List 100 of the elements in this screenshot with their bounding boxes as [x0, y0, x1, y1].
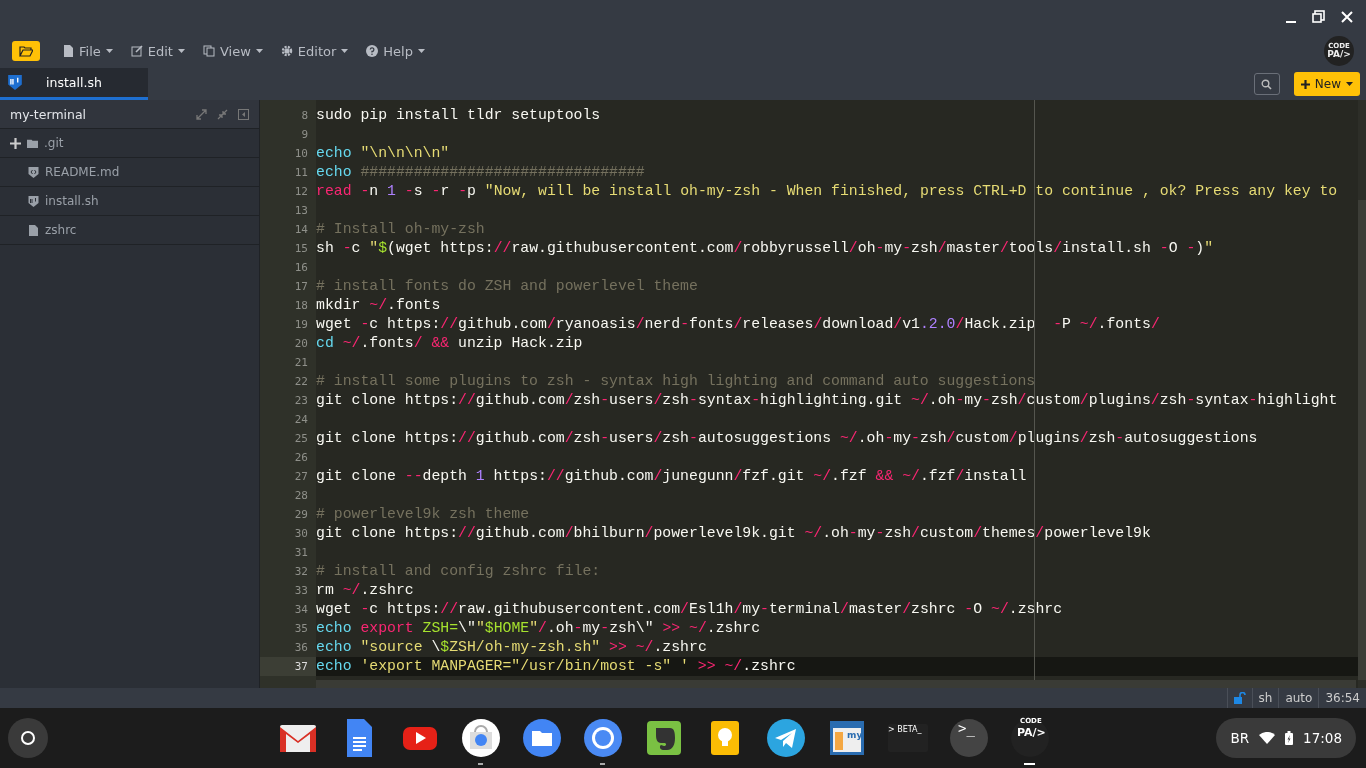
app-label: my: [847, 730, 863, 740]
running-indicator: [600, 763, 605, 765]
copy-icon: [202, 45, 215, 57]
code-line: mkdir ~/.fonts: [316, 296, 442, 315]
new-button[interactable]: New: [1293, 72, 1360, 96]
code-line: echo "\n\n\n\n": [316, 144, 451, 163]
line-number: 8: [300, 108, 309, 124]
close-icon[interactable]: [1340, 10, 1354, 24]
code-line: # install fonts do ZSH and powerlevel theme: [316, 277, 699, 296]
window-icon: [827, 718, 867, 758]
line-number: 20: [293, 336, 309, 352]
line-number: 17: [293, 279, 309, 295]
line-number: 9: [300, 127, 309, 143]
shell-file-icon: [28, 195, 39, 207]
line-number: 13: [293, 203, 309, 219]
code-line: git clone --depth 1 https://github.com/junegunn/fzf.git ~/.fzf && ~/.fzf/install: [316, 467, 1028, 486]
clock: 17:08: [1303, 730, 1342, 746]
caret-icon: [255, 49, 263, 53]
code-line: git clone https://github.com/bhilburn/powerlevel9k.git ~/.oh-my-zsh/custom/themes/powerlevel9k: [316, 524, 1152, 543]
menu-button[interactable]: Edit: [124, 39, 191, 63]
code-line: wget -c https://raw.githubusercontent.com/Esl1h/my-terminal/master/zshrc -O ~/.zshrc: [316, 600, 1064, 619]
document-icon: [62, 45, 74, 57]
open-folder-button[interactable]: [12, 41, 40, 61]
code-line: # install some plugins to zsh - syntax high lighting and command auto suggestions: [316, 372, 1037, 391]
shelf-app[interactable]: my: [825, 708, 869, 768]
status-tray[interactable]: BR 17:08: [1216, 718, 1356, 758]
folder-icon: [19, 45, 33, 57]
shell-file-icon: [8, 75, 22, 90]
code-line: git clone https://github.com/zsh-users/zsh-autosuggestions ~/.oh-my-zsh/custom/plugins/zsh-autosuggestions: [316, 429, 1259, 448]
code-line: echo ################################: [316, 163, 646, 182]
menu-button[interactable]: Help: [360, 39, 431, 63]
scrollbar[interactable]: [1358, 100, 1366, 688]
line-number: 10: [293, 146, 309, 162]
line-number: 31: [293, 545, 309, 561]
caret-icon: [177, 49, 185, 53]
terminal-icon: [949, 718, 989, 758]
line-number: 27: [293, 469, 309, 485]
settings-icon: [280, 45, 293, 57]
code-line: git clone https://github.com/zsh-users/zsh-syntax-highlighting.git ~/.oh-my-zsh/custom/plugins/zsh-syntax-highlight: [316, 391, 1339, 410]
lock-icon[interactable]: [1233, 692, 1246, 704]
line-number: 33: [293, 583, 309, 599]
code-line: read -n 1 -s -r -p "Now, will be install oh-my-zsh - When finished, press CTRL+D to continue , ok? Press any key to: [316, 182, 1339, 201]
shopping-bag-icon: [461, 718, 501, 758]
line-number: 36: [293, 640, 309, 656]
search-button[interactable]: [1253, 73, 1280, 95]
menu-button[interactable]: File: [56, 39, 119, 63]
menu-button[interactable]: View: [196, 39, 269, 63]
line-number: 25: [293, 431, 309, 447]
caret-icon: [105, 49, 113, 53]
expand-icon[interactable]: [196, 108, 207, 120]
menu-button[interactable]: Editor: [274, 39, 355, 63]
folder-icon: [27, 137, 38, 149]
line-number: 34: [293, 602, 309, 618]
line-number: 19: [293, 317, 309, 333]
plus-icon: [1300, 79, 1310, 89]
line-number: 30: [293, 526, 309, 542]
code-line: echo export ZSH=\""$HOME"/.oh-my-zsh\" >> ~/.zshrc: [316, 619, 762, 638]
code-line: # powerlevel9k zsh theme: [316, 505, 531, 524]
running-indicator: [478, 763, 483, 765]
keyboard-layout: BR: [1230, 730, 1250, 746]
circle-icon: [20, 730, 36, 746]
line-number: 16: [293, 260, 309, 276]
code-line: cd ~/.fonts/ && unzip Hack.zip: [316, 334, 584, 353]
elephant-icon: [644, 718, 684, 758]
folder-icon: [522, 718, 562, 758]
line-number: 14: [293, 222, 309, 238]
paper-plane-icon: [766, 718, 806, 758]
line-number: 28: [293, 488, 309, 504]
code-line: sh -c "$(wget https://raw.githubusercontent.com/robbyrussell/oh-my-zsh/master/tools/install.sh -O -)": [316, 239, 1215, 258]
file-icon: [28, 224, 39, 236]
plus-icon[interactable]: [10, 137, 21, 149]
launcher-button[interactable]: [8, 718, 48, 758]
sidebar-toggle-icon[interactable]: [238, 108, 249, 120]
code-line: rm ~/.zshrc: [316, 581, 415, 600]
collapse-icon[interactable]: [217, 108, 228, 120]
scrollbar[interactable]: [316, 680, 1356, 688]
code-line: # Install oh-my-zsh: [316, 220, 486, 239]
indent-mode[interactable]: auto: [1278, 688, 1319, 708]
line-number: 21: [293, 355, 309, 371]
line-number: 32: [293, 564, 309, 580]
code-line: echo "source \$ZSH/oh-my-zsh.sh" >> ~/.zshrc: [316, 638, 708, 657]
battery-icon: [1285, 731, 1294, 745]
shelf-app[interactable]: > BETA_: [886, 708, 930, 768]
caret-icon: [1346, 82, 1353, 86]
line-number: 23: [293, 393, 309, 409]
project-name: my-terminal: [10, 106, 87, 122]
syntax-mode[interactable]: sh: [1251, 688, 1279, 708]
shelf-app[interactable]: >_: [947, 708, 991, 768]
logo-text: PA/>: [1017, 726, 1046, 739]
pencil-icon: [130, 45, 143, 57]
file-tab[interactable]: install.sh: [0, 68, 148, 100]
caret-icon: [341, 49, 349, 53]
maximize-icon[interactable]: [1312, 10, 1326, 24]
code-line: # install and config zshrc file:: [316, 562, 602, 581]
code-line: wget -c https://github.com/ryanoasis/nerd-fonts/releases/download/v1.2.0/Hack.zip -P ~/.fonts/: [316, 315, 1161, 334]
cursor-position: 36:54: [1318, 688, 1366, 708]
wifi-icon: [1259, 732, 1276, 744]
line-number: 22: [293, 374, 309, 390]
code-line: sudo pip install tldr setuptools: [316, 106, 602, 125]
line-number: 12: [293, 184, 309, 200]
